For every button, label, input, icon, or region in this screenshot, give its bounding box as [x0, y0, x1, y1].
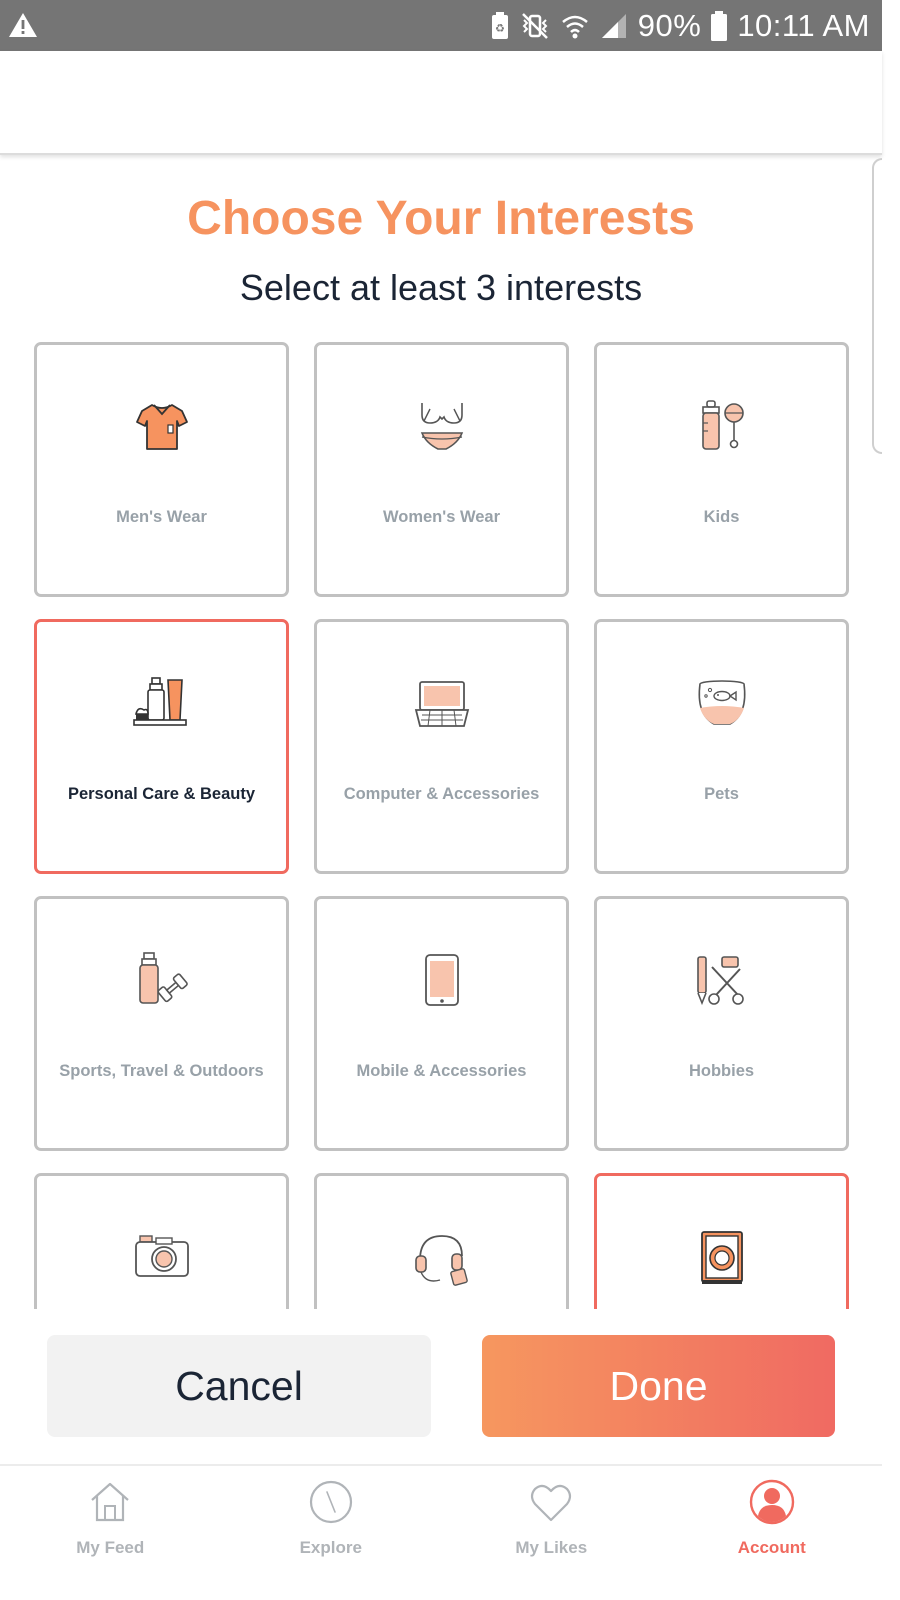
interest-label: Women's Wear [382, 508, 500, 526]
nav-label: Explore [299, 1538, 362, 1557]
nav-item-explore[interactable]: Explore [221, 1466, 442, 1568]
interest-tile-mens-wear[interactable]: Men's Wear [34, 342, 289, 597]
fishbowl-icon [698, 680, 745, 725]
interest-tile-womens-wear[interactable]: Women's Wear [314, 342, 569, 597]
interest-label: Hobbies [688, 1062, 755, 1080]
wifi-icon [561, 15, 588, 39]
interest-tile-pets[interactable]: Pets [594, 619, 849, 874]
interest-label: Mobile & Accessories [356, 1062, 527, 1080]
battery-saver-icon: ♻ [491, 12, 508, 39]
interest-tile-sports-travel-outdoors[interactable]: Sports, Travel & Outdoors [34, 896, 289, 1151]
interest-label: Kids [703, 508, 740, 526]
battery-percent: 90% [637, 8, 702, 43]
nav-label: My Likes [515, 1538, 588, 1557]
nav-item-my-feed[interactable]: My Feed [0, 1466, 221, 1568]
account-icon [749, 1479, 794, 1525]
nav-item-my-likes[interactable]: My Likes [441, 1466, 662, 1568]
interest-tile-hobbies[interactable]: Hobbies [594, 896, 849, 1151]
vibrate-mute-icon [521, 13, 548, 39]
camera-icon [134, 1235, 189, 1277]
shirt-icon [135, 404, 188, 450]
cancel-button[interactable]: Cancel [47, 1335, 431, 1437]
baby-bottle-rattle-icon [701, 400, 744, 450]
interest-label: Men's Wear [116, 508, 207, 526]
interest-tile-audio[interactable] [314, 1173, 569, 1309]
app-header [0, 51, 882, 155]
interest-label: Pets [704, 785, 739, 803]
cosmetics-icon [132, 677, 187, 726]
home-icon [91, 1482, 129, 1522]
interest-grid: Men's Wear Women's Wear Kids Personal Ca… [34, 342, 850, 1309]
action-bar: Cancel Done [0, 1309, 882, 1464]
nav-label: My Feed [76, 1538, 145, 1557]
compass-icon [309, 1480, 352, 1524]
interest-tile-kids[interactable]: Kids [594, 342, 849, 597]
interests-content: Choose Your Interests Select at least 3 … [0, 157, 882, 1309]
clock: 10:11 AM [737, 8, 870, 43]
interest-tile-mobile-accessories[interactable]: Mobile & Accessories [314, 896, 569, 1151]
svg-text:♻: ♻ [495, 22, 505, 35]
heart-icon [531, 1484, 572, 1522]
lingerie-icon [420, 403, 463, 450]
bottom-nav: My Feed Explore My Likes Account [0, 1464, 882, 1568]
interest-tile-appliances[interactable] [594, 1173, 849, 1309]
tablet-icon [424, 954, 459, 1006]
craft-tools-icon [696, 956, 744, 1006]
done-button[interactable]: Done [482, 1335, 835, 1437]
interest-tile-personal-care-beauty[interactable]: Personal Care & Beauty [34, 619, 289, 874]
warning-icon [9, 13, 37, 37]
interest-label: Sports, Travel & Outdoors [59, 1062, 264, 1080]
nav-label: Account [737, 1538, 806, 1557]
bottle-dumbbell-icon [138, 952, 188, 1004]
laptop-icon [414, 681, 469, 727]
interest-tile-camera[interactable] [34, 1173, 289, 1309]
page-title: Choose Your Interests [187, 192, 695, 245]
page-subtitle: Select at least 3 interests [239, 267, 643, 308]
headphones-icon [414, 1235, 468, 1286]
interest-label: Computer & Accessories [343, 785, 540, 803]
washing-machine-icon [700, 1231, 743, 1284]
interest-tile-computer-accessories[interactable]: Computer & Accessories [314, 619, 569, 874]
signal-icon [601, 14, 626, 38]
battery-icon [711, 11, 728, 41]
nav-item-account[interactable]: Account [662, 1466, 883, 1568]
status-bar: ♻ 90% 10:11 AM [0, 0, 882, 51]
interest-label: Personal Care & Beauty [67, 785, 256, 803]
